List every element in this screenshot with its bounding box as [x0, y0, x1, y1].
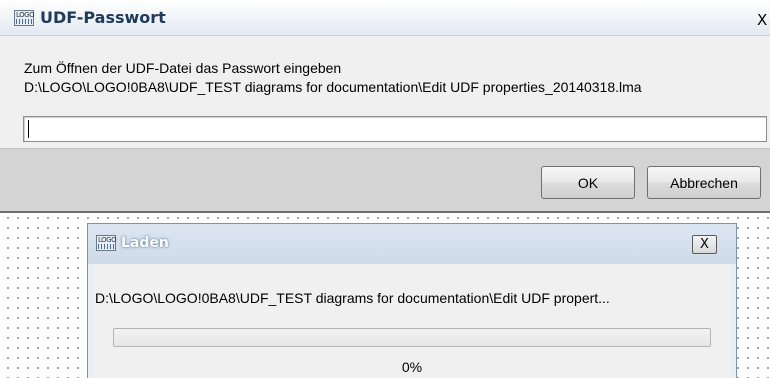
file-path-label: D:\LOGO\LOGO!0BA8\UDF_TEST diagrams for … [24, 79, 642, 95]
password-dialog: LOGO UDF-Passwort X Zum Öffnen der UDF-D… [0, 0, 770, 213]
progress-percent-label: 0% [401, 359, 423, 375]
password-prompt-label: Zum Öffnen der UDF-Datei das Passwort ei… [24, 60, 342, 76]
progress-bar [113, 328, 711, 347]
cancel-button[interactable]: Abbrechen [647, 166, 761, 199]
loading-dialog-title: Laden [121, 235, 169, 251]
close-icon[interactable]: X [692, 235, 717, 254]
password-dialog-titlebar: LOGO UDF-Passwort X [0, 0, 770, 36]
close-icon[interactable]: X [757, 12, 770, 28]
loading-dialog-body: D:\LOGO\LOGO!0BA8\UDF_TEST diagrams for … [94, 264, 730, 378]
text-caret [28, 120, 29, 138]
loading-file-path: D:\LOGO\LOGO!0BA8\UDF_TEST diagrams for … [95, 290, 610, 306]
logo-app-icon: LOGO [96, 235, 117, 251]
password-input[interactable] [23, 116, 767, 142]
logo-app-icon: LOGO [14, 10, 35, 26]
loading-dialog: LOGO Laden X D:\LOGO\LOGO!0BA8\UDF_TEST … [87, 223, 737, 378]
ok-button[interactable]: OK [541, 166, 635, 199]
password-dialog-title: UDF-Passwort [40, 8, 166, 27]
loading-dialog-titlebar: LOGO Laden X [88, 224, 736, 264]
